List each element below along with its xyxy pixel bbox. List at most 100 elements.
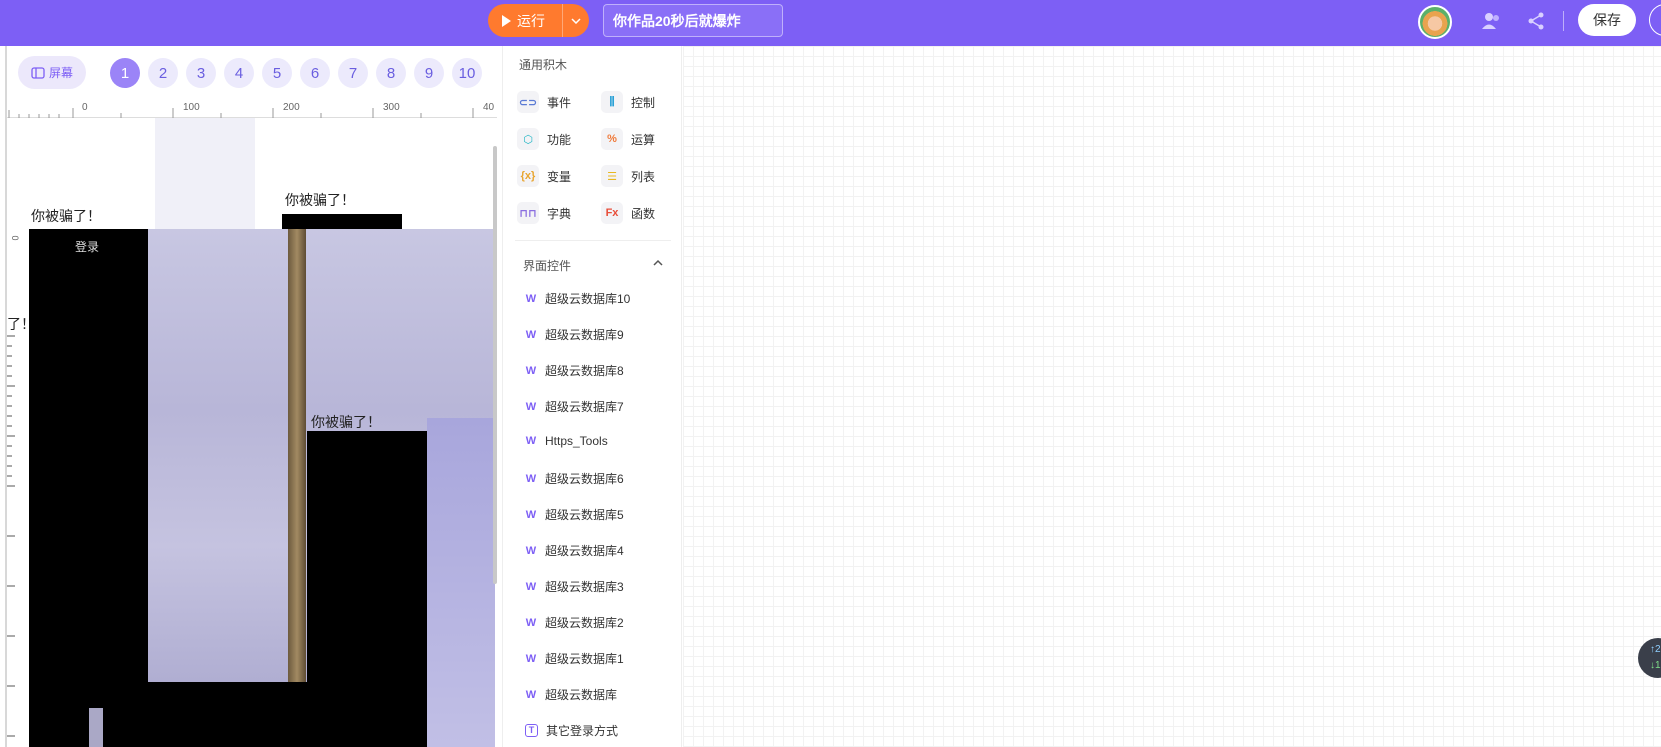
w-icon: W <box>525 616 537 629</box>
collaborators-icon[interactable] <box>1481 10 1503 32</box>
page-tab-7[interactable]: 7 <box>338 58 368 88</box>
top-bar: 运行 保存 <box>0 0 1661 46</box>
ruler-ticks <box>8 108 474 118</box>
stage-panel: 屏幕 1 2 3 4 5 6 7 8 9 10 0 100 200 300 40 <box>0 46 502 747</box>
widget-item[interactable]: W 超级云数据库3 <box>525 578 624 595</box>
screen-icon <box>31 66 45 79</box>
category-variable[interactable]: {x} 变量 <box>517 165 571 187</box>
widget-item[interactable]: W 超级云数据库9 <box>525 326 624 343</box>
control-icon: ⫼ <box>601 91 623 113</box>
operator-icon: % <box>601 128 623 150</box>
chevron-up-icon[interactable] <box>651 256 665 270</box>
ruler-tick-label: 100 <box>183 102 200 113</box>
category-label: 事件 <box>547 95 572 110</box>
run-dropdown-button[interactable] <box>562 4 589 37</box>
widget-label: 超级云数据库4 <box>545 544 624 558</box>
widget-label: 超级云数据库6 <box>545 472 624 486</box>
page-tab-2[interactable]: 2 <box>148 58 178 88</box>
category-list[interactable]: ☰ 列表 <box>601 165 655 187</box>
category-event[interactable]: ⊂⊃ 事件 <box>517 91 571 113</box>
play-icon <box>502 14 511 27</box>
widget-item[interactable]: W Https_Tools <box>525 434 608 448</box>
w-icon: W <box>525 364 537 377</box>
run-button-group: 运行 <box>488 4 589 37</box>
w-icon: W <box>525 652 537 665</box>
category-fx[interactable]: Fx 函数 <box>601 202 655 224</box>
page-tab-9[interactable]: 9 <box>414 58 444 88</box>
widget-item[interactable]: W 超级云数据库6 <box>525 470 624 487</box>
widget-label: 超级云数据库1 <box>545 652 624 666</box>
project-title-input[interactable] <box>603 4 783 37</box>
save-button[interactable]: 保存 <box>1578 4 1636 36</box>
dictionary-icon: ⊓⊓ <box>517 202 539 224</box>
page-tab-3[interactable]: 3 <box>186 58 216 88</box>
category-label: 变量 <box>547 169 572 184</box>
fx-icon: Fx <box>601 202 623 224</box>
category-label: 功能 <box>547 132 572 147</box>
page-tab-4[interactable]: 4 <box>224 58 254 88</box>
blocks-header: 通用积木 <box>519 58 568 72</box>
chevron-down-icon <box>571 17 581 24</box>
w-icon: W <box>525 400 537 413</box>
widget-item[interactable]: W 超级云数据库10 <box>525 290 631 307</box>
widget-label: Https_Tools <box>545 434 608 448</box>
w-icon: W <box>525 328 537 341</box>
widget-item[interactable]: W 超级云数据库8 <box>525 362 624 379</box>
code-workspace[interactable] <box>683 46 1661 747</box>
widget-item[interactable]: W 超级云数据库 <box>525 686 617 703</box>
page-tab-6[interactable]: 6 <box>300 58 330 88</box>
widget-item[interactable]: W 超级云数据库1 <box>525 650 624 667</box>
share-icon[interactable] <box>1525 10 1547 32</box>
w-icon: W <box>525 292 537 305</box>
page-tab-8[interactable]: 8 <box>376 58 406 88</box>
toolbar-divider <box>1563 11 1564 31</box>
w-icon: W <box>525 508 537 521</box>
fooled-text: 你被骗了！ <box>285 192 355 208</box>
widget-label: 超级云数据库9 <box>545 328 624 342</box>
ui-controls-header: 界面控件 <box>523 259 572 273</box>
widget-label: 超级云数据库3 <box>545 580 624 594</box>
user-avatar[interactable] <box>1418 5 1452 39</box>
ruler-tick-label: 0 <box>82 102 88 113</box>
category-label: 运算 <box>631 132 656 147</box>
widget-label: 超级云数据库7 <box>545 400 624 414</box>
blocks-divider <box>515 240 671 241</box>
upload-count: ↑2 <box>1650 644 1661 655</box>
category-operator[interactable]: % 运算 <box>601 128 655 150</box>
category-function[interactable]: ⬡ 功能 <box>517 128 571 150</box>
horizontal-ruler: 0 100 200 300 40 <box>7 100 497 118</box>
page-tab-10[interactable]: 10 <box>452 58 482 88</box>
login-button-sprite[interactable] <box>29 229 149 747</box>
widget-label: 其它登录方式 <box>546 724 619 738</box>
text-box-icon: T <box>525 724 538 737</box>
widget-item[interactable]: W 超级云数据库5 <box>525 506 624 523</box>
widget-item[interactable]: W 超级云数据库2 <box>525 614 624 631</box>
run-button[interactable]: 运行 <box>488 4 562 37</box>
ruler-tick-label: 40 <box>483 102 495 113</box>
w-icon: W <box>525 472 537 485</box>
stage-scrollbar[interactable] <box>493 146 497 584</box>
widget-item[interactable]: W 超级云数据库4 <box>525 542 624 559</box>
widget-item[interactable]: T 其它登录方式 <box>525 722 618 739</box>
category-control[interactable]: ⫼ 控制 <box>601 91 655 113</box>
event-icon: ⊂⊃ <box>517 91 539 113</box>
widget-label: 超级云数据库2 <box>545 616 624 630</box>
page-tab-5[interactable]: 5 <box>262 58 292 88</box>
page-tabs: 1 2 3 4 5 6 7 8 9 10 <box>110 58 490 88</box>
widget-label: 超级云数据库8 <box>545 364 624 378</box>
stage-photo-stick <box>288 229 306 682</box>
stage-canvas[interactable]: 你被骗了！ 你被骗了！ 你被骗了！ 了！ 登录 0 <box>7 118 495 747</box>
category-dictionary[interactable]: ⊓⊓ 字典 <box>517 202 571 224</box>
w-icon: W <box>525 580 537 593</box>
screen-button[interactable]: 屏幕 <box>18 56 86 89</box>
vertical-ruler <box>7 335 15 737</box>
page-tab-1[interactable]: 1 <box>110 58 140 88</box>
more-button[interactable] <box>1649 4 1661 36</box>
widget-item[interactable]: W 超级云数据库7 <box>525 398 624 415</box>
category-label: 函数 <box>631 206 656 221</box>
w-icon: W <box>525 688 537 701</box>
ruler-tick-label: 200 <box>283 102 300 113</box>
download-count: ↓1 <box>1650 660 1661 671</box>
stage-photo-right <box>427 418 495 747</box>
function-icon: ⬡ <box>517 128 539 150</box>
